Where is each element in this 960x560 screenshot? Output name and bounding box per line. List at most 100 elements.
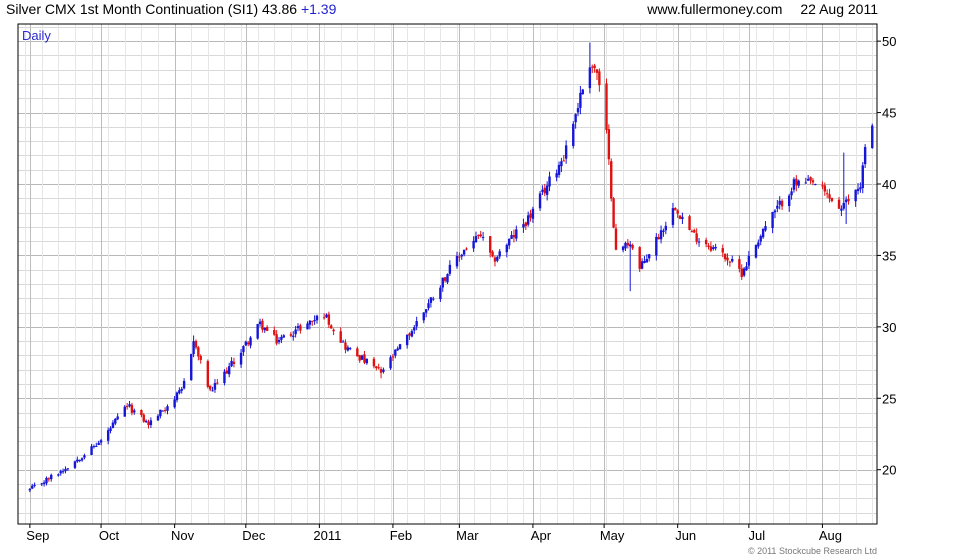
- x-tick-label: Nov: [171, 528, 195, 543]
- candle-down: [821, 185, 824, 187]
- candle-up: [57, 474, 60, 476]
- candle-up: [341, 341, 345, 343]
- candle-up: [754, 244, 758, 258]
- candle-down: [614, 228, 618, 250]
- x-tick-label: Sep: [26, 528, 49, 543]
- candle-up: [844, 199, 848, 203]
- candle-up: [548, 176, 551, 187]
- candle-up: [178, 390, 181, 394]
- candle-down: [740, 268, 743, 278]
- candle-up: [572, 123, 575, 147]
- candle-up: [389, 357, 392, 369]
- candle-up: [73, 461, 77, 468]
- candle-up: [213, 383, 217, 390]
- candle-up: [40, 483, 43, 485]
- candle-up: [315, 315, 319, 321]
- candle-up: [415, 321, 418, 327]
- candle-up: [510, 235, 513, 239]
- candle-up: [306, 323, 309, 330]
- candle-up: [505, 244, 509, 253]
- candle-down: [443, 277, 447, 281]
- candle-down: [598, 71, 601, 86]
- candle-down: [529, 213, 532, 218]
- candle-up: [773, 210, 777, 213]
- candle-up: [764, 226, 767, 231]
- candle-up: [621, 246, 625, 251]
- candle-up: [804, 182, 808, 184]
- candle-up: [109, 428, 112, 431]
- x-tick-label: Oct: [99, 528, 120, 543]
- candle-down: [593, 65, 596, 69]
- y-tick-label: 45: [882, 106, 896, 121]
- candle-up: [410, 331, 414, 337]
- candle-up: [282, 335, 285, 338]
- candle-down: [631, 245, 634, 249]
- candle-down: [676, 210, 679, 214]
- candle-down: [823, 185, 826, 192]
- candle-up: [128, 404, 131, 407]
- candle-up: [66, 468, 70, 470]
- candle-up: [640, 261, 644, 269]
- candle-down: [408, 333, 411, 336]
- candle-up: [144, 420, 148, 423]
- candle-up: [346, 347, 350, 351]
- x-tick-label: Aug: [819, 528, 842, 543]
- candle-up: [230, 360, 233, 367]
- candle-up: [579, 92, 582, 108]
- candle-up: [97, 442, 100, 446]
- candle-up: [277, 340, 281, 343]
- candle-down: [678, 215, 682, 219]
- candle-down: [795, 178, 798, 186]
- candle-up: [296, 326, 300, 329]
- candle-down: [47, 478, 51, 480]
- y-tick-label: 20: [882, 463, 896, 478]
- candle-up: [507, 238, 511, 246]
- candle-up: [842, 202, 845, 209]
- candle-up: [31, 485, 34, 489]
- candle-down: [524, 222, 528, 227]
- candle-down: [299, 325, 302, 331]
- candle-down: [595, 69, 599, 73]
- candle-down: [125, 406, 129, 408]
- candle-up: [792, 179, 796, 190]
- candle-up: [360, 355, 364, 360]
- candle-up: [111, 422, 115, 429]
- candle-down: [147, 421, 150, 426]
- candle-up: [712, 247, 715, 249]
- candle-down: [723, 253, 727, 260]
- candle-up: [757, 242, 760, 247]
- candle-down: [709, 246, 713, 251]
- candle-up: [624, 242, 627, 249]
- candle-up: [871, 125, 874, 149]
- candle-up: [308, 320, 312, 325]
- candle-up: [538, 193, 542, 209]
- candle-up: [588, 67, 592, 89]
- candle-down: [344, 342, 347, 350]
- x-tick-label: Jun: [675, 528, 696, 543]
- candle-up: [474, 236, 478, 243]
- candle-down: [605, 83, 608, 130]
- candle-up: [564, 145, 568, 159]
- candle-up: [863, 146, 867, 165]
- candle-up: [325, 314, 328, 318]
- candle-up: [759, 236, 762, 242]
- candle-down: [140, 409, 143, 416]
- candle-up: [761, 228, 765, 238]
- candle-down: [707, 245, 710, 247]
- candle-up: [175, 392, 179, 401]
- candle-up: [61, 471, 65, 473]
- candle-up: [697, 241, 701, 243]
- candle-down: [491, 251, 494, 257]
- candle-down: [477, 235, 480, 237]
- candle-up: [446, 274, 449, 283]
- candle-up: [28, 488, 32, 491]
- candle-up: [80, 458, 84, 461]
- candle-down: [837, 199, 841, 209]
- candle-up: [92, 446, 96, 448]
- candle-up: [258, 321, 262, 325]
- x-tick-label: Apr: [531, 528, 552, 543]
- candle-down: [356, 348, 359, 357]
- candle-down: [543, 187, 546, 194]
- candle-down: [693, 230, 696, 233]
- candle-up: [448, 264, 452, 274]
